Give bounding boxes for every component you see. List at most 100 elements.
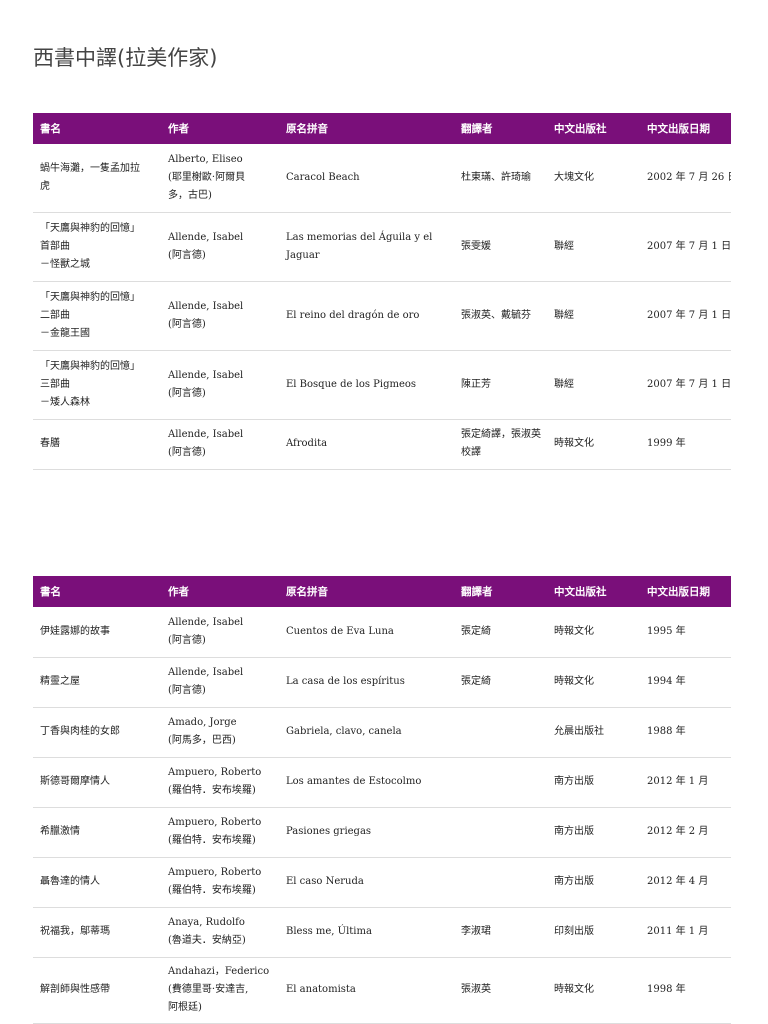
cell-translator: 張雯媛 [454,212,547,282]
books-table-1-wrapper: 書名 作者 原名拼音 翻譯者 中文出版社 中文出版日期 蝸牛海灘，一隻孟加拉 虎… [33,113,731,470]
cell-publish-date: 1995 年 [640,607,731,658]
cell-line: Allende, Isabel [168,616,244,628]
cell-publisher: 時報文化 [547,657,640,708]
cell-publisher: 印刻出版 [547,907,640,958]
cell-original-title: Caracol Beach [279,144,454,213]
cell-author: Allende, Isabel (阿言德) [161,657,279,708]
cell-original-title: El Bosque de los Pigmeos [279,350,454,420]
cell-line: 「天鷹與神豹的回憶」 [40,222,140,234]
cell-line: 「天鷹與神豹的回憶」 [40,360,140,372]
cell-line: Andahazi，Federico [168,966,270,977]
cell-translator [454,857,547,908]
header-book-title: 書名 [33,113,161,144]
header-book-title: 書名 [33,576,161,607]
cell-book-title: 丁香與肉桂的女郎 [33,707,161,758]
cell-line: 精靈之屋 [40,676,80,687]
cell-publisher: 大塊文化 [547,144,640,213]
cell-publish-date: 2011 年 1 月 [640,907,731,958]
cell-publisher: 時報文化 [547,419,640,470]
cell-author: Ampuero, Roberto (羅伯特．安布埃羅) [161,807,279,858]
cell-line: Allende, Isabel [168,369,244,381]
table-row: 「天鷹與神豹的回憶」 二部曲 －金龍王國 Allende, Isabel (阿言… [33,281,731,351]
cell-line: Allende, Isabel [168,429,244,440]
cell-line: Allende, Isabel [168,231,244,243]
cell-line: 祝福我，鄔蒂瑪 [40,926,110,937]
cell-translator [454,757,547,808]
table-row: 精靈之屋 Allende, Isabel (阿言德) La casa de lo… [33,657,731,708]
cell-line: (阿言德) [168,447,206,458]
cell-line: (羅伯特．安布埃羅) [168,835,256,846]
cell-original-title: Pasiones griegas [279,807,454,858]
table-row: 伊娃露娜的故事 Allende, Isabel (阿言德) Cuentos de… [33,607,731,658]
cell-book-title: 蝸牛海灘，一隻孟加拉 虎 [33,144,161,213]
header-publisher: 中文出版社 [547,576,640,607]
header-author: 作者 [161,576,279,607]
cell-author: Andahazi，Federico (費德里哥·安達吉, 阿根廷) [161,957,279,1024]
header-original-title: 原名拼音 [279,113,454,144]
cell-publish-date: 2007 年 7 月 1 日 [640,281,731,351]
cell-translator [454,707,547,758]
cell-book-title: 精靈之屋 [33,657,161,708]
cell-line: Ampuero, Roberto [168,867,262,878]
cell-line: Allende, Isabel [168,300,244,312]
cell-line: 首部曲 [40,240,70,252]
table-row: 解剖師與性感帶 Andahazi，Federico (費德里哥·安達吉, 阿根廷… [33,957,731,1024]
cell-translator: 張淑英 [454,957,547,1024]
cell-original-title: Gabriela, clavo, canela [279,707,454,758]
cell-publisher: 時報文化 [547,957,640,1024]
cell-line: 春膳 [40,438,60,449]
cell-author: Allende, Isabel (阿言德) [161,212,279,282]
cell-publisher: 允晨出版社 [547,707,640,758]
cell-line: (魯道夫．安納亞) [168,935,246,946]
cell-translator [454,807,547,858]
cell-line: (阿言德) [168,249,206,261]
cell-publish-date: 2007 年 7 月 1 日 [640,350,731,420]
cell-publish-date: 1999 年 [640,419,731,470]
cell-original-title: Las memorias del Águila y el Jaguar [279,212,454,282]
cell-line: －怪獸之城 [40,258,90,270]
table-row: 丁香與肉桂的女郎 Amado, Jorge (阿馬多，巴西) Gabriela,… [33,707,731,758]
cell-translator: 陳正芳 [454,350,547,420]
cell-line: 多，古巴) [168,189,212,201]
cell-line: (羅伯特．安布埃羅) [168,785,256,796]
cell-line: (阿言德) [168,685,206,696]
cell-line: 聶魯達的情人 [40,876,100,887]
header-publish-date: 中文出版日期 [640,113,731,144]
cell-publisher: 聯經 [547,350,640,420]
cell-line: 三部曲 [40,378,70,390]
table-row: 「天鷹與神豹的回憶」 首部曲 －怪獸之城 Allende, Isabel (阿言… [33,212,731,282]
table-row: 春膳 Allende, Isabel (阿言德) Afrodita 張定綺譯，張… [33,419,731,470]
cell-line: 二部曲 [40,309,70,321]
cell-book-title: 「天鷹與神豹的回憶」 三部曲 －矮人森林 [33,350,161,420]
header-publisher: 中文出版社 [547,113,640,144]
table-header-row: 書名 作者 原名拼音 翻譯者 中文出版社 中文出版日期 [33,576,731,607]
cell-original-title: El anatomista [279,957,454,1024]
header-original-title: 原名拼音 [279,576,454,607]
cell-original-title: El reino del dragón de oro [279,281,454,351]
cell-original-title: El caso Neruda [279,857,454,908]
cell-book-title: 「天鷹與神豹的回憶」 首部曲 －怪獸之城 [33,212,161,282]
cell-publisher: 南方出版 [547,807,640,858]
cell-line: (耶里榭歐·阿爾貝 [168,171,246,183]
books-table-2: 書名 作者 原名拼音 翻譯者 中文出版社 中文出版日期 伊娃露娜的故事 Alle… [33,576,731,1024]
table-row: 斯德哥爾摩情人 Ampuero, Roberto (羅伯特．安布埃羅) Los … [33,757,731,808]
cell-original-title: Afrodita [279,419,454,470]
cell-line: 阿根廷) [168,1002,202,1013]
cell-original-title: Los amantes de Estocolmo [279,757,454,808]
header-author: 作者 [161,113,279,144]
cell-line: (阿馬多，巴西) [168,735,236,746]
cell-line: (費德里哥·安達吉, [168,984,249,995]
cell-author: Ampuero, Roberto (羅伯特．安布埃羅) [161,857,279,908]
cell-book-title: 斯德哥爾摩情人 [33,757,161,808]
cell-publish-date: 2012 年 2 月 [640,807,731,858]
cell-translator: 張定綺 [454,607,547,658]
cell-line: (阿言德) [168,634,206,646]
cell-line: (阿言德) [168,318,206,330]
cell-publish-date: 2002 年 7 月 26 日 [640,144,731,213]
cell-translator: 張定綺 [454,657,547,708]
cell-book-title: 伊娃露娜的故事 [33,607,161,658]
cell-line: 希臘激情 [40,826,80,837]
table-row: 希臘激情 Ampuero, Roberto (羅伯特．安布埃羅) Pasione… [33,807,731,858]
table-row: 聶魯達的情人 Ampuero, Roberto (羅伯特．安布埃羅) El ca… [33,857,731,908]
header-publish-date: 中文出版日期 [640,576,731,607]
